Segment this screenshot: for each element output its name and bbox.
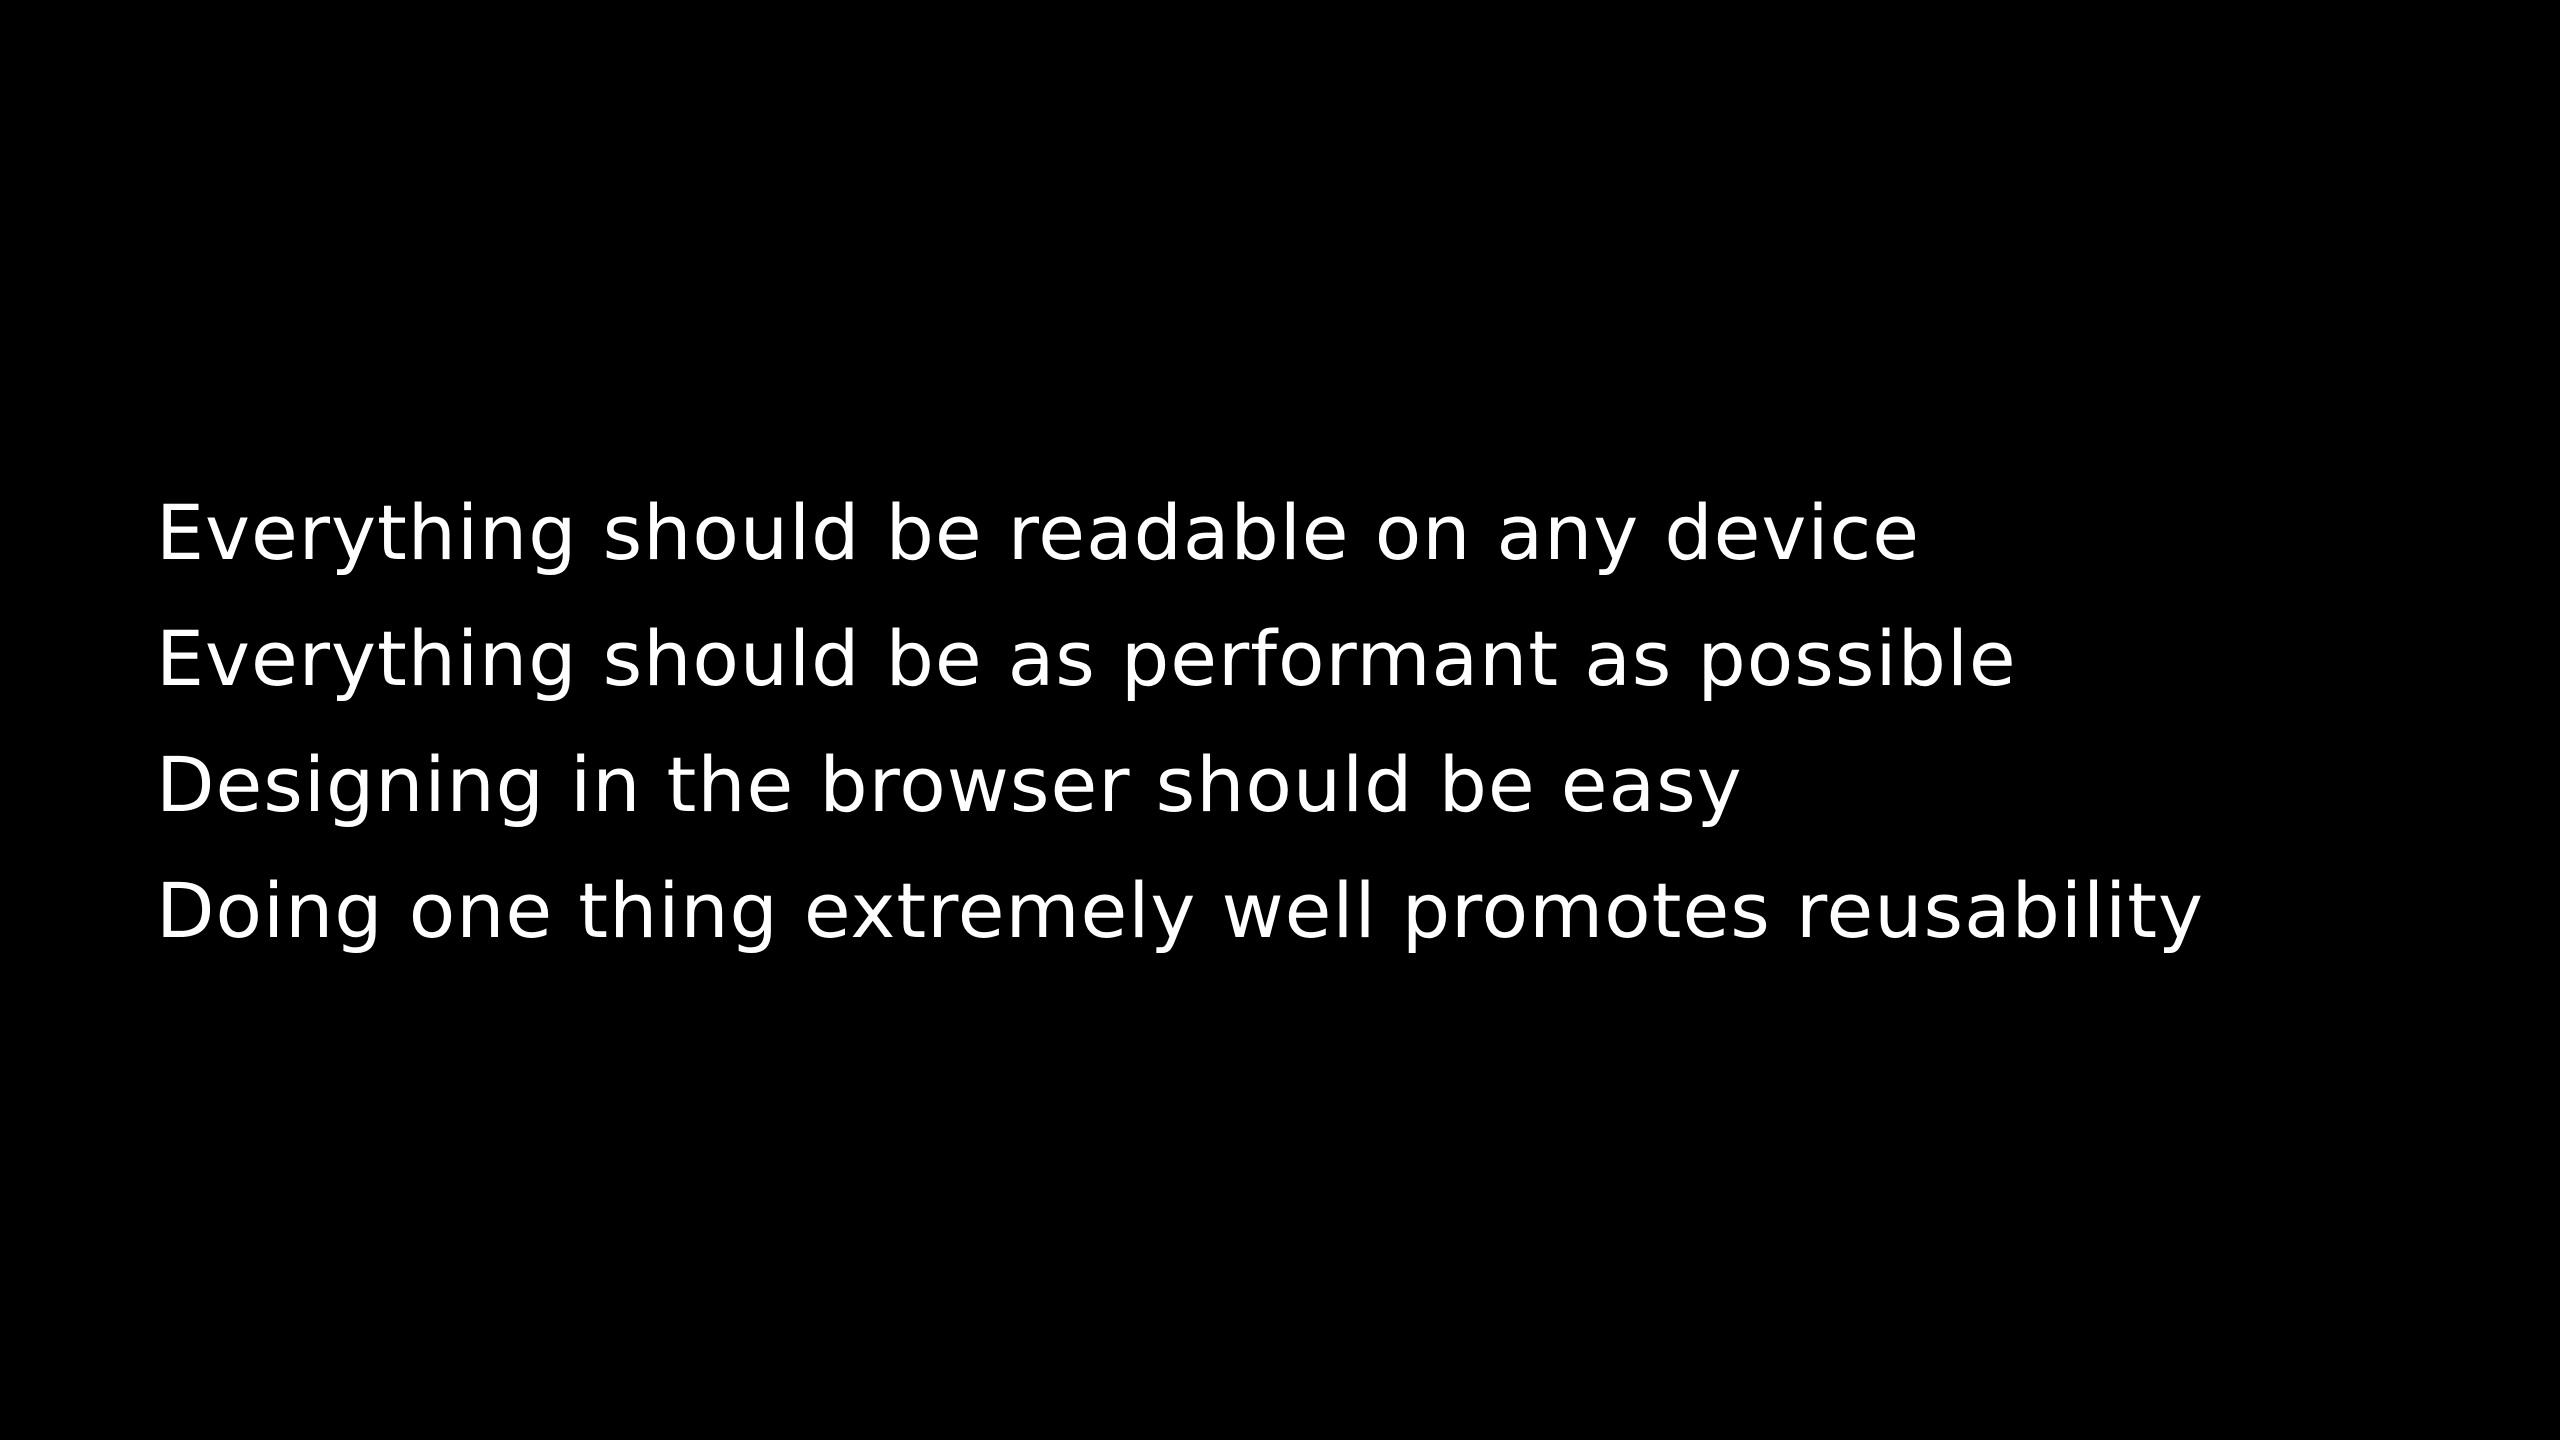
presentation-slide: Everything should be readable on any dev… (0, 0, 2560, 1440)
principles-list: Everything should be readable on any dev… (156, 470, 2204, 974)
principle-line: Doing one thing extremely well promotes … (156, 866, 2205, 955)
principle-line: Designing in the browser should be easy (156, 740, 1743, 829)
principle-line: Everything should be readable on any dev… (156, 488, 1921, 577)
principle-line: Everything should be as performant as po… (156, 614, 2017, 703)
